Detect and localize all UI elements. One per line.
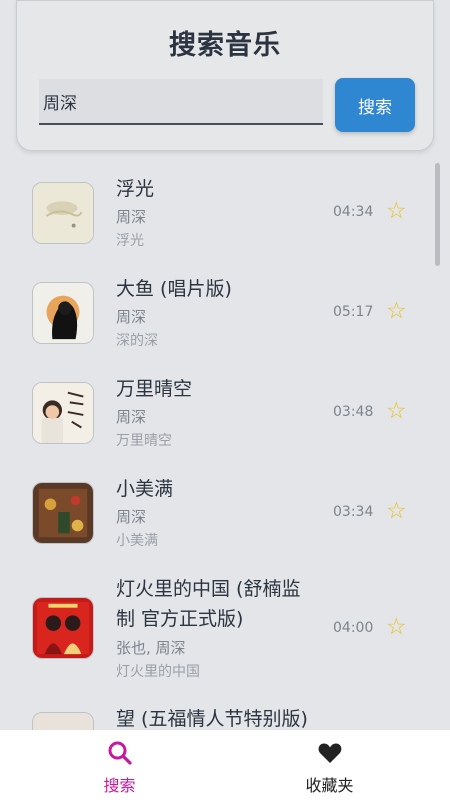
song-album: 小美满 — [116, 533, 158, 549]
list-item[interactable]: 小美满 周深 小美满 03:34 ☆ — [0, 464, 450, 564]
song-artist: 周深 — [116, 508, 147, 526]
album-cover — [32, 382, 94, 444]
song-duration: 03:34 — [333, 504, 374, 520]
song-title: 大鱼 (唱片版) — [116, 278, 232, 300]
album-cover — [32, 712, 94, 730]
star-outline-icon[interactable]: ☆ — [386, 200, 407, 223]
song-duration: 05:17 — [333, 304, 374, 320]
search-card: 搜索音乐 搜索 — [16, 0, 434, 151]
song-title: 小美满 — [116, 478, 174, 500]
list-item[interactable]: 望 (五福情人节特别版) — [0, 694, 450, 730]
album-cover — [32, 182, 94, 244]
list-item[interactable]: 大鱼 (唱片版) 周深 深的深 05:17 ☆ — [0, 264, 450, 364]
song-artist: 周深 — [116, 208, 147, 226]
song-title: 望 (五福情人节特别版) — [116, 708, 308, 730]
search-icon — [108, 741, 132, 765]
song-list[interactable]: 浮光 周深 浮光 04:34 ☆ 大鱼 (唱片版) 周深 深的深 05:17 ☆ — [0, 164, 450, 730]
album-cover — [32, 482, 94, 544]
song-artist: 张也, 周深 — [116, 639, 186, 657]
song-album: 浮光 — [116, 233, 144, 249]
album-cover — [32, 597, 94, 659]
song-title: 浮光 — [116, 178, 155, 200]
star-outline-icon[interactable]: ☆ — [386, 500, 407, 523]
heart-icon — [318, 743, 342, 763]
scrollbar[interactable] — [435, 163, 440, 266]
star-outline-icon[interactable]: ☆ — [386, 300, 407, 323]
tab-favorites[interactable]: 收藏夹 — [217, 730, 442, 800]
song-title-line1: 灯火里的中国 (舒楠监 — [116, 578, 301, 600]
tab-search-label: 搜索 — [103, 776, 136, 795]
song-title: 万里晴空 — [116, 378, 193, 400]
star-outline-icon[interactable]: ☆ — [386, 400, 407, 423]
song-artist: 周深 — [116, 308, 147, 326]
song-duration: 04:34 — [333, 204, 374, 220]
tab-search[interactable]: 搜索 — [7, 730, 232, 800]
song-duration: 04:00 — [333, 620, 374, 636]
song-album: 万里晴空 — [116, 433, 172, 449]
list-item[interactable]: 浮光 周深 浮光 04:34 ☆ — [0, 164, 450, 264]
list-item[interactable]: 灯火里的中国 (舒楠监 制 官方正式版) 张也, 周深 灯火里的中国 04:00… — [0, 564, 450, 694]
tab-favorites-label: 收藏夹 — [305, 776, 354, 795]
bottom-nav: 搜索 收藏夹 — [0, 730, 450, 800]
song-album: 灯火里的中国 — [116, 664, 200, 680]
song-album: 深的深 — [116, 333, 158, 349]
album-cover — [32, 282, 94, 344]
list-item[interactable]: 万里晴空 周深 万里晴空 03:48 ☆ — [0, 364, 450, 464]
song-title-line2: 制 官方正式版) — [116, 608, 244, 630]
song-artist: 周深 — [116, 408, 147, 426]
song-duration: 03:48 — [333, 404, 374, 420]
page-title: 搜索音乐 — [169, 30, 281, 61]
search-button[interactable]: 搜索 — [335, 78, 415, 132]
star-outline-icon[interactable]: ☆ — [386, 616, 407, 639]
search-input[interactable] — [39, 79, 323, 125]
